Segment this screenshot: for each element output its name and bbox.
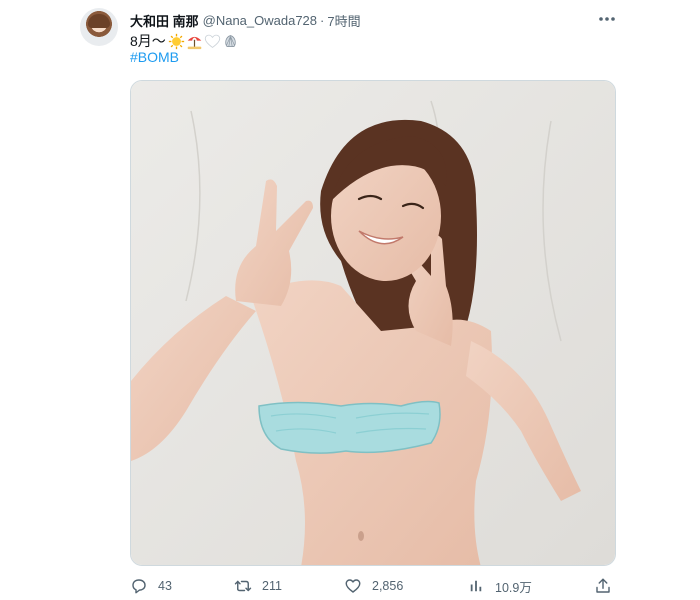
tweet-time[interactable]: 7時間: [327, 11, 360, 30]
share-icon: [596, 578, 610, 593]
avatar-hair: [88, 14, 110, 28]
tweet-text-content: 8月〜: [130, 33, 166, 49]
like-button[interactable]: 2,856: [344, 575, 403, 597]
reply-count: 43: [158, 579, 172, 593]
tweet-header: 大和田 南那 @Nana_Owada728 · 7時間: [130, 10, 361, 30]
tweet-actions: 43 211 2,856 10.9万: [130, 575, 616, 597]
retweet-button[interactable]: 211: [234, 575, 282, 597]
share-button[interactable]: [594, 575, 612, 597]
views-count: 10.9万: [495, 580, 532, 595]
avatar[interactable]: [80, 8, 118, 46]
beach-umbrella-emoji: [187, 36, 202, 49]
like-count: 2,856: [372, 579, 404, 593]
views-button[interactable]: 10.9万: [467, 575, 532, 597]
tweet: 大和田 南那 @Nana_Owada728 · 7時間 8月〜 #BOMB 43…: [0, 0, 700, 600]
like-icon: [345, 579, 361, 593]
user-handle[interactable]: @Nana_Owada728: [203, 13, 317, 28]
reply-icon: [132, 579, 146, 594]
tweet-photo[interactable]: [130, 80, 616, 566]
hashtag-link[interactable]: #BOMB: [130, 49, 179, 65]
bra: [258, 400, 441, 454]
white-heart-emoji: [204, 34, 220, 48]
tweet-text: 8月〜: [130, 31, 239, 51]
navel: [358, 531, 364, 541]
header-separator: ·: [320, 12, 325, 28]
photo-illustration: [131, 81, 615, 565]
retweet-icon: [234, 580, 252, 592]
more-button[interactable]: [596, 10, 618, 28]
more-icon: [599, 17, 615, 21]
sun-emoji: [168, 33, 184, 49]
display-name[interactable]: 大和田 南那: [130, 11, 199, 30]
retweet-count: 211: [262, 579, 282, 593]
views-icon: [470, 580, 482, 592]
shell-emoji: [225, 34, 236, 47]
emoji-group: [168, 33, 239, 50]
reply-button[interactable]: 43: [130, 575, 172, 597]
